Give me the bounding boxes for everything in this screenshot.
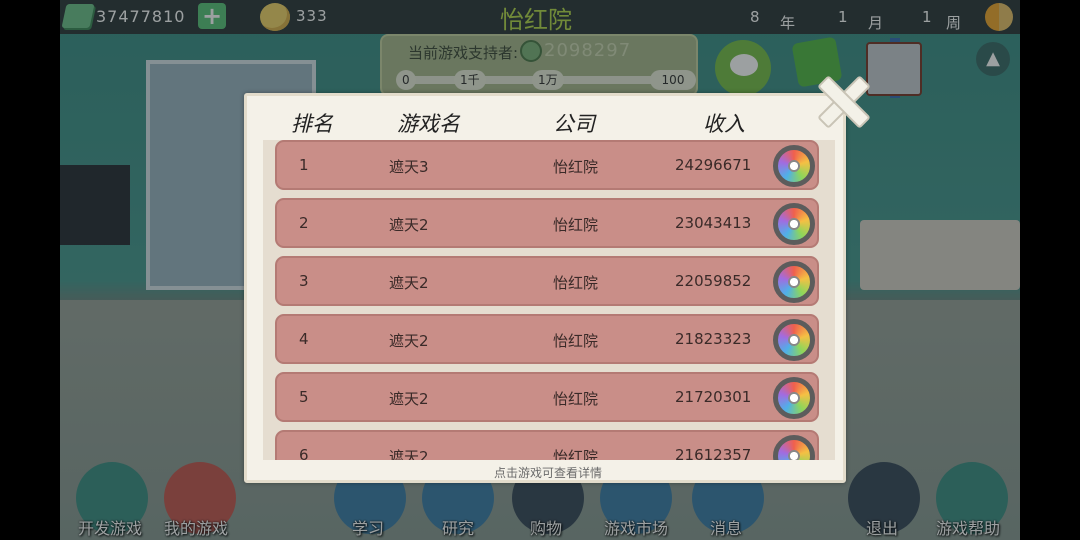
row-rank: 3 (299, 272, 309, 290)
row-revenue: 23043413 (675, 214, 752, 232)
details-hint: 点击游戏可查看详情 (493, 466, 602, 480)
ranking-row[interactable]: 1 遮天3 怡红院 24296671 (275, 140, 819, 190)
row-company: 怡红院 (553, 274, 599, 292)
row-game-name: 遮天2 (389, 332, 429, 350)
row-rank: 2 (299, 214, 309, 232)
row-game-name: 遮天2 (389, 448, 429, 460)
ranking-row[interactable]: 3 遮天2 怡红院 22059852 (275, 256, 819, 306)
header-rank: 排名 (291, 112, 333, 136)
header-game-name: 游戏名 (397, 112, 460, 136)
game-disc-icon[interactable] (773, 377, 815, 419)
game-disc-icon[interactable] (773, 435, 815, 460)
ranking-row[interactable]: 2 遮天2 怡红院 23043413 (275, 198, 819, 248)
ranking-dialog: 排名 游戏名 公司 收入 1 遮天3 怡红院 24296671 2 遮天2 怡红… (244, 93, 846, 483)
ranking-row[interactable]: 6 遮天2 怡红院 21612357 (275, 430, 819, 460)
row-game-name: 遮天2 (389, 216, 429, 234)
row-game-name: 遮天2 (389, 274, 429, 292)
row-company: 怡红院 (553, 158, 599, 176)
row-rank: 1 (299, 156, 309, 174)
row-company: 怡红院 (553, 216, 599, 234)
game-scene: 37477810 + 333 怡红院 8 年 1 月 1 周 当前游戏支持者: … (60, 0, 1020, 540)
ranking-list[interactable]: 1 遮天3 怡红院 24296671 2 遮天2 怡红院 23043413 3 … (263, 140, 835, 460)
row-rank: 4 (299, 330, 309, 348)
row-rank: 6 (299, 446, 309, 460)
row-company: 怡红院 (553, 332, 599, 350)
row-revenue: 21612357 (675, 446, 752, 460)
row-game-name: 遮天3 (389, 158, 429, 176)
row-company: 怡红院 (553, 448, 599, 460)
row-game-name: 遮天2 (389, 390, 429, 408)
row-revenue: 21823323 (675, 330, 752, 348)
ranking-row[interactable]: 5 遮天2 怡红院 21720301 (275, 372, 819, 422)
close-icon[interactable] (812, 70, 870, 128)
row-company: 怡红院 (553, 390, 599, 408)
header-company: 公司 (553, 112, 595, 136)
row-revenue: 21720301 (675, 388, 752, 406)
row-revenue: 22059852 (675, 272, 752, 290)
game-disc-icon[interactable] (773, 319, 815, 361)
ranking-row[interactable]: 4 遮天2 怡红院 21823323 (275, 314, 819, 364)
game-disc-icon[interactable] (773, 203, 815, 245)
header-revenue: 收入 (703, 112, 745, 136)
row-revenue: 24296671 (675, 156, 752, 174)
row-rank: 5 (299, 388, 309, 406)
game-disc-icon[interactable] (773, 261, 815, 303)
game-disc-icon[interactable] (773, 145, 815, 187)
